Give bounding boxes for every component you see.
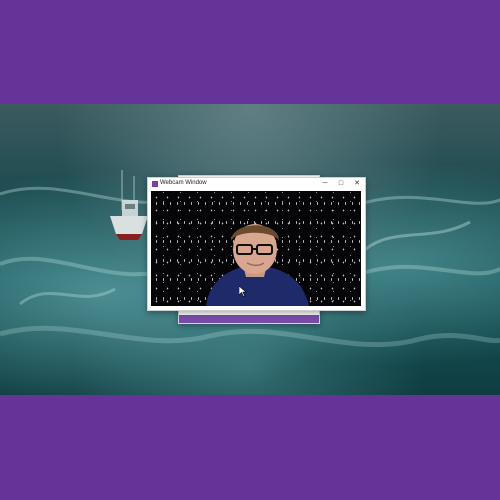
mouse-cursor-icon (239, 286, 247, 297)
title-bar[interactable]: Webcam Window ─ □ ✕ (148, 178, 365, 189)
bottom-purple-band (0, 395, 500, 500)
close-button[interactable]: ✕ (350, 178, 364, 189)
top-purple-band (0, 0, 500, 104)
maximize-button[interactable]: □ (334, 178, 348, 189)
app-icon (152, 181, 158, 187)
person-in-feed (206, 224, 309, 306)
minimize-button[interactable]: ─ (318, 178, 332, 189)
webcam-feed (151, 191, 361, 306)
webcam-window[interactable]: Webcam Window ─ □ ✕ (147, 177, 366, 311)
window-title: Webcam Window (160, 180, 207, 186)
background-window-accent-bar (179, 315, 319, 323)
